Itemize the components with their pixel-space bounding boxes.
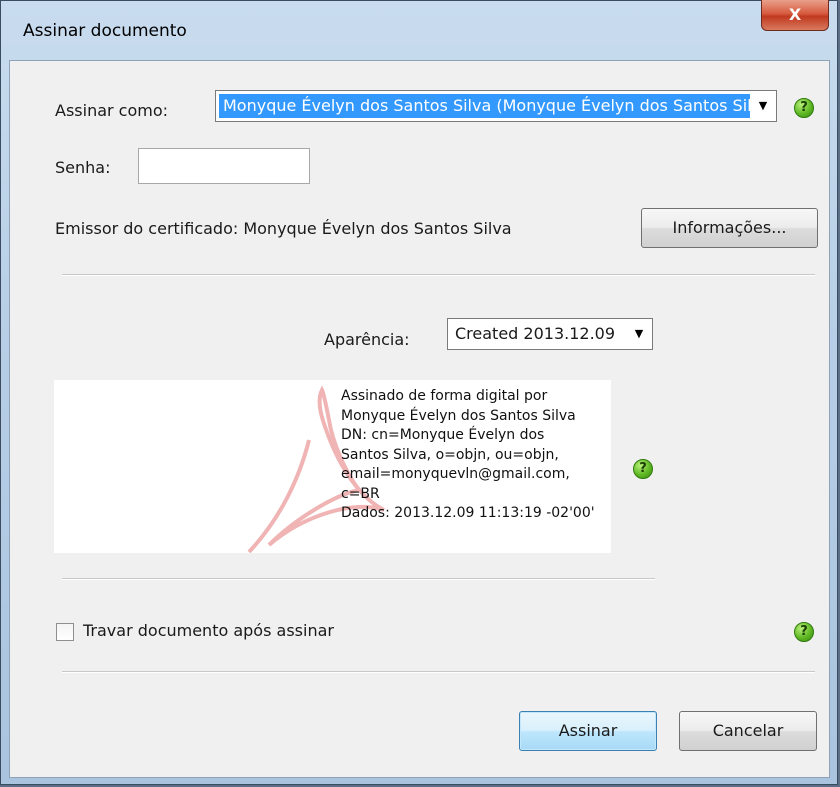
title-bar[interactable]: Assinar documento X [1, 0, 837, 61]
sign-button[interactable]: Assinar [519, 711, 657, 751]
lock-document-label[interactable]: Travar documento após assinar [83, 621, 334, 640]
certificate-issuer-text: Emissor do certificado: Monyque Évelyn d… [55, 219, 512, 238]
help-icon[interactable]: ? [633, 459, 653, 479]
help-icon[interactable]: ? [794, 622, 814, 642]
sign-as-label: Assinar como: [55, 101, 169, 120]
divider [62, 274, 815, 276]
dialog-body: Assinar como: Monyque Évelyn dos Santos … [9, 60, 830, 778]
signature-preview: Assinado de forma digital por Monyque Év… [54, 380, 611, 553]
help-icon[interactable]: ? [794, 98, 814, 118]
cancel-button[interactable]: Cancelar [679, 711, 817, 751]
lock-document-checkbox[interactable] [56, 623, 74, 641]
password-label: Senha: [55, 158, 111, 177]
chevron-down-icon[interactable]: ▼ [626, 319, 652, 349]
password-field[interactable] [138, 148, 310, 184]
divider [62, 578, 655, 580]
dialog-title: Assinar documento [23, 21, 187, 41]
sign-as-value: Monyque Évelyn dos Santos Silva (Monyque… [219, 94, 750, 118]
info-button[interactable]: Informações... [641, 208, 818, 248]
appearance-label: Aparência: [324, 330, 410, 349]
sign-as-dropdown[interactable]: Monyque Évelyn dos Santos Silva (Monyque… [215, 90, 777, 122]
signature-text: Assinado de forma digital por Monyque Év… [341, 388, 595, 521]
chevron-down-icon[interactable]: ▼ [750, 91, 776, 121]
appearance-dropdown[interactable]: Created 2013.12.09 ▼ [447, 318, 653, 350]
divider [62, 671, 815, 673]
close-button[interactable]: X [761, 0, 829, 31]
appearance-value: Created 2013.12.09 [455, 324, 616, 343]
sign-document-dialog: Assinar documento X Assinar como: Monyqu… [0, 0, 838, 785]
